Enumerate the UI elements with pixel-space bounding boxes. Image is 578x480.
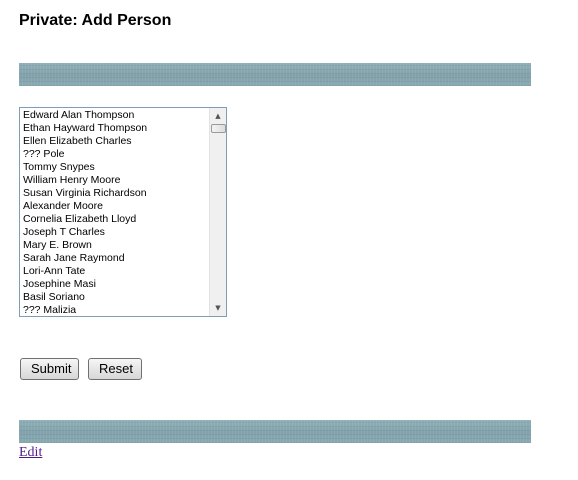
scroll-up-arrow-icon[interactable]: ▲ <box>210 108 226 124</box>
person-option[interactable]: ??? Malizia <box>20 304 210 316</box>
person-option[interactable]: Sarah Jane Raymond <box>20 252 210 265</box>
scrollbar-thumb[interactable] <box>211 124 226 133</box>
person-option[interactable]: Susan Virginia Richardson <box>20 187 210 200</box>
listbox-scrollbar[interactable]: ▲ ▼ <box>209 108 226 316</box>
person-option[interactable]: Mary E. Brown <box>20 239 210 252</box>
reset-button[interactable]: Reset <box>88 358 142 380</box>
person-option[interactable]: ??? Pole <box>20 148 210 161</box>
header-banner <box>19 63 531 86</box>
person-option[interactable]: Tommy Snypes <box>20 161 210 174</box>
submit-button[interactable]: Submit <box>20 358 79 380</box>
person-listbox[interactable]: Edward Alan Thompson Ethan Hayward Thomps… <box>19 107 227 317</box>
person-option[interactable]: Cornelia Elizabeth Lloyd <box>20 213 210 226</box>
person-option[interactable]: Joseph T Charles <box>20 226 210 239</box>
footer-banner <box>19 420 531 443</box>
edit-link[interactable]: Edit <box>19 445 42 461</box>
person-option[interactable]: Edward Alan Thompson <box>20 109 210 122</box>
person-option[interactable]: William Henry Moore <box>20 174 210 187</box>
person-option[interactable]: Lori-Ann Tate <box>20 265 210 278</box>
person-option[interactable]: Josephine Masi <box>20 278 210 291</box>
person-option[interactable]: Alexander Moore <box>20 200 210 213</box>
person-option[interactable]: Ethan Hayward Thompson <box>20 122 210 135</box>
person-option[interactable]: Basil Soriano <box>20 291 210 304</box>
page-title: Private: Add Person <box>19 12 172 29</box>
person-list: Edward Alan Thompson Ethan Hayward Thomps… <box>20 109 210 316</box>
person-option[interactable]: Ellen Elizabeth Charles <box>20 135 210 148</box>
scroll-down-arrow-icon[interactable]: ▼ <box>210 300 226 316</box>
